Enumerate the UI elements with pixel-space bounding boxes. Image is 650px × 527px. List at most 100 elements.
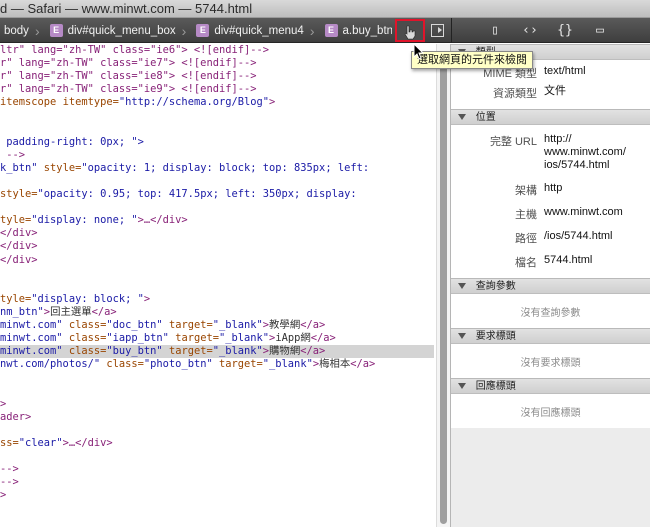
code-token: itemscope (0, 96, 63, 109)
code-token: tyle= (0, 214, 32, 227)
dom-tree-pane[interactable]: ltr" lang="zh-TW" class="ie6"> <![endif]… (0, 44, 436, 527)
code-token: 梅相本 (319, 358, 351, 371)
dom-tree-line[interactable] (0, 424, 434, 437)
code-token: "doc_btn" (106, 318, 169, 331)
location-section-body: 完整 URL http:// www.minwt.com/ ios/5744.h… (451, 125, 650, 278)
dom-tree-line[interactable]: style="opacity: 0.95; top: 417.5px; left… (0, 188, 434, 201)
kv-key: 檔名 (515, 257, 537, 269)
window-title: d — Safari — www.minwt.com — 5744.html (0, 1, 253, 16)
disclosure-triangle-icon[interactable] (458, 333, 466, 339)
kv-key: 資源類型 (493, 88, 537, 100)
dom-tree-line[interactable]: nm_btn">回主選單</a> (0, 306, 434, 319)
dom-tree-line[interactable] (0, 201, 434, 214)
dom-tree-line[interactable]: tyle="display: block; "> (0, 293, 434, 306)
dom-tree-line[interactable]: itemscope itemtype="http://schema.org/Bl… (0, 96, 434, 109)
breadcrumb-label: a.buy_btn (342, 24, 392, 37)
inspect-tooltip: 選取網頁的元件來檢閱 (411, 51, 533, 69)
dom-tree-line[interactable]: r" lang="zh-TW" class="ie8"> <![endif]--… (0, 70, 434, 83)
breadcrumb-item-quick-menu-box[interactable]: E div#quick_menu_box › (46, 18, 193, 43)
ruler-icon[interactable]: ▭ (590, 23, 610, 38)
code-token: ltr" lang="zh-TW" class="ie6"> <![endif]… (0, 44, 269, 56)
dom-tree-line[interactable]: > (0, 489, 434, 502)
code-token: </a> (300, 345, 326, 358)
section-header-request[interactable]: 要求標頭 (451, 328, 650, 344)
dom-tree-line[interactable] (0, 371, 434, 384)
dom-tree-line[interactable]: minwt.com" class="iapp_btn" target="_bla… (0, 332, 434, 345)
code-token: "_blank" (212, 318, 263, 331)
code-token: ss= (0, 436, 19, 449)
code-token: minwt.com" (0, 332, 69, 345)
disclosure-triangle-icon[interactable] (458, 114, 466, 120)
dom-tree-line-selected[interactable]: minwt.com" class="buy_btn" target="_blan… (0, 345, 434, 359)
code-token: "opacity: 0.95; top: 417.5px; left: 350p… (37, 188, 357, 201)
inspect-element-button[interactable] (395, 19, 425, 42)
code-token: ader> (0, 410, 32, 423)
section-header-response[interactable]: 回應標頭 (451, 378, 650, 394)
dom-tree-line[interactable] (0, 123, 434, 136)
code-token: target= (175, 332, 219, 345)
breadcrumb-separator-icon: › (34, 22, 40, 39)
code-token: "http://schema.org/Blog" (118, 96, 270, 109)
breadcrumb-label: div#quick_menu4 (214, 24, 304, 37)
dom-tree-line[interactable]: ltr" lang="zh-TW" class="ie6"> <![endif]… (0, 44, 434, 57)
dom-tree-line[interactable]: </div> (0, 240, 434, 253)
code-token: </div> (0, 253, 38, 266)
breadcrumb-item-quick-menu4[interactable]: E div#quick_menu4 › (192, 18, 320, 43)
dom-tree-line[interactable]: </div> (0, 254, 434, 267)
dom-tree-line[interactable]: r" lang="zh-TW" class="ie7"> <![endif]--… (0, 57, 434, 70)
dom-tree-line[interactable] (0, 175, 434, 188)
disclosure-triangle-icon[interactable] (458, 383, 466, 389)
dock-toggle-icon[interactable] (431, 24, 444, 37)
code-token: k_btn" (0, 161, 44, 174)
section-header-location[interactable]: 位置 (451, 109, 650, 125)
dom-tree-line[interactable]: padding-right: 0px; "> (0, 136, 434, 149)
dom-tree-line[interactable]: </div> (0, 227, 434, 240)
resource-info-icon[interactable]: ▯ (485, 23, 505, 38)
dom-tree-line[interactable] (0, 267, 434, 280)
code-token: "photo_btn" (143, 358, 219, 371)
dom-tree-line[interactable]: ss="clear">…</div> (0, 437, 434, 450)
code-token: "display: block; " (31, 292, 144, 305)
dom-tree-line[interactable]: --> (0, 476, 434, 489)
section-header-query[interactable]: 查詢參數 (451, 278, 650, 294)
kv-key: 架構 (515, 185, 537, 197)
dom-tree-line[interactable]: nwt.com/photos/" class="photo_btn" targe… (0, 358, 434, 371)
breadcrumb: body › E div#quick_menu_box › E div#quic… (0, 18, 392, 43)
kv-value: text/html (544, 65, 586, 77)
dom-tree-line[interactable]: > (0, 398, 434, 411)
dom-tree-line[interactable]: r" lang="zh-TW" class="ie9"> <![endif]--… (0, 83, 434, 96)
kv-value: /ios/5744.html (544, 230, 613, 242)
code-token: target= (168, 345, 213, 358)
resource-details-sidebar: 類型 MIME 類型 text/html 資源類型 文件 位置 完整 URL h… (450, 44, 650, 527)
code-token: class= (106, 358, 144, 371)
breadcrumb-item-body[interactable]: body › (0, 18, 46, 43)
section-title: 查詢參數 (475, 281, 516, 292)
dom-tree-line[interactable] (0, 109, 434, 122)
response-empty-text: 沒有回應標頭 (451, 394, 650, 428)
code-token: "_blank" (212, 345, 263, 358)
dom-tree-line[interactable] (0, 450, 434, 463)
code-token: --> (0, 148, 26, 161)
code-token: </a> (350, 358, 376, 371)
kv-row: 檔名 5744.html (451, 252, 650, 272)
dom-tree-line[interactable]: --> (0, 149, 434, 162)
source-code-icon[interactable]: ‹› (520, 23, 540, 38)
code-token: style= (0, 188, 38, 201)
scrollbar-thumb[interactable] (440, 54, 447, 524)
dom-tree-line[interactable]: k_btn" style="opacity: 1; display: block… (0, 162, 434, 175)
styles-braces-icon[interactable]: {} (555, 23, 575, 38)
code-token: </div> (0, 240, 38, 253)
dom-tree-line[interactable]: tyle="display: none; ">…</div> (0, 214, 434, 227)
dom-tree-line[interactable]: ader> (0, 411, 434, 424)
section-title: 回應標頭 (475, 381, 516, 392)
dom-tree-line[interactable] (0, 280, 434, 293)
dom-tree-line[interactable]: --> (0, 463, 434, 476)
inspector-toolbar: body › E div#quick_menu_box › E div#quic… (0, 18, 650, 43)
dom-tree-scrollbar[interactable] (436, 44, 450, 527)
kv-value: 5744.html (544, 254, 593, 266)
disclosure-triangle-icon[interactable] (458, 283, 466, 289)
dom-tree-line[interactable] (0, 384, 434, 397)
code-token: r" lang="zh-TW" class="ie7"> <![endif]--… (0, 57, 257, 70)
dom-tree-line[interactable]: minwt.com" class="doc_btn" target="_blan… (0, 319, 434, 332)
breadcrumb-item-buy-btn[interactable]: E a.buy_btn (321, 18, 392, 43)
